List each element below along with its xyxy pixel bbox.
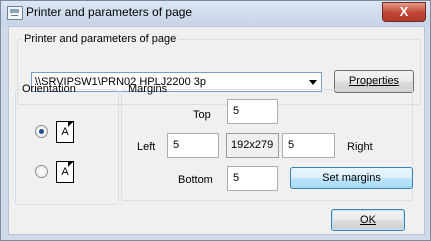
ok-button-label: OK bbox=[360, 214, 376, 226]
top-margin-label: Top bbox=[193, 109, 211, 121]
portrait-page-icon: A bbox=[56, 121, 74, 143]
printer-group-legend: Printer and parameters of page bbox=[24, 33, 177, 45]
title-bar[interactable]: Printer and parameters of page X bbox=[1, 1, 430, 25]
right-margin-label: Right bbox=[347, 141, 373, 153]
landscape-page-glyph: A bbox=[61, 166, 69, 178]
orientation-groupbox: Orientation A A bbox=[15, 83, 119, 205]
set-margins-button[interactable]: Set margins bbox=[290, 167, 413, 189]
dialog-client-area: Printer and parameters of page \\SRVIPSW… bbox=[8, 26, 425, 235]
portrait-page-glyph: A bbox=[61, 126, 69, 138]
bottom-margin-label: Bottom bbox=[178, 174, 213, 186]
bottom-margin-input[interactable]: 5 bbox=[227, 166, 278, 191]
set-margins-button-label: Set margins bbox=[322, 172, 381, 184]
left-margin-label: Left bbox=[137, 141, 156, 153]
close-button[interactable]: X bbox=[382, 2, 426, 22]
page-size-display: 192x279 bbox=[226, 133, 279, 158]
right-margin-input[interactable]: 5 bbox=[282, 133, 335, 158]
left-margin-input[interactable]: 5 bbox=[167, 133, 219, 158]
margins-groupbox: Margins Top 5 Left 5 192x279 5 Right Bot… bbox=[121, 83, 413, 201]
window-title: Printer and parameters of page bbox=[26, 5, 193, 19]
radio-selected-dot bbox=[39, 129, 44, 134]
landscape-page-icon: A bbox=[56, 161, 74, 183]
top-margin-input[interactable]: 5 bbox=[227, 99, 278, 124]
orientation-legend: Orientation bbox=[22, 83, 76, 95]
printer-app-icon bbox=[7, 6, 23, 20]
margins-legend: Margins bbox=[128, 83, 168, 95]
dialog-window: Printer and parameters of page X Printer… bbox=[0, 0, 431, 241]
portrait-radio[interactable] bbox=[35, 125, 48, 138]
close-icon: X bbox=[399, 4, 409, 19]
landscape-radio[interactable] bbox=[35, 165, 48, 178]
ok-button[interactable]: OK bbox=[331, 209, 405, 231]
